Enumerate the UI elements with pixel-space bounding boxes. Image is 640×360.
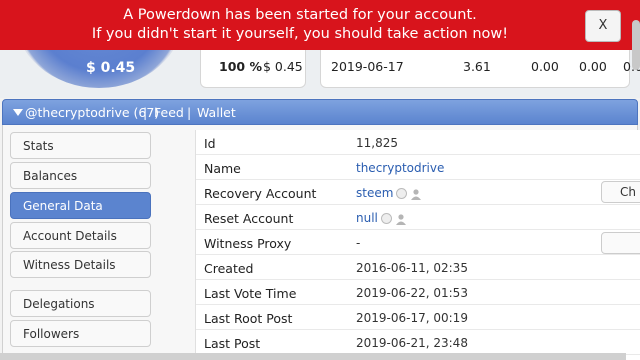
- row-label: Last Vote Time: [204, 286, 297, 301]
- recovery-account-link[interactable]: steem: [356, 186, 393, 200]
- summary-value-3: 0.00: [579, 59, 607, 74]
- gauge-value: $ 0.45: [86, 60, 136, 76]
- reset-account-value: null: [356, 211, 407, 225]
- row-value: 2019-06-21, 23:48: [356, 336, 468, 350]
- row-label: Reset Account: [204, 211, 294, 226]
- header-separator: |: [143, 105, 148, 120]
- row-label: Last Post: [204, 336, 261, 351]
- horizontal-scrollbar[interactable]: [0, 353, 626, 360]
- summary-card-right: 2019-06-17 3.61 0.00 0.00 0.00: [320, 44, 640, 88]
- reset-account-link[interactable]: null: [356, 211, 378, 225]
- menu-item-followers[interactable]: Followers: [10, 320, 151, 347]
- alert-line-1: A Powerdown has been started for your ac…: [123, 7, 477, 23]
- summary-value-2: 0.00: [531, 59, 559, 74]
- table-row: Reset Account null: [196, 205, 640, 230]
- menu-item-witness-details[interactable]: Witness Details: [10, 251, 151, 278]
- row-label: Recovery Account: [204, 186, 317, 201]
- row-value: 2016-06-11, 02:35: [356, 261, 468, 275]
- row-label: Id: [204, 136, 216, 151]
- user-icon[interactable]: [410, 188, 422, 200]
- change-recovery-button[interactable]: Ch: [601, 181, 640, 203]
- feed-link[interactable]: Feed: [154, 105, 184, 120]
- row-value: -: [356, 236, 361, 250]
- table-row: Recovery Account steem Ch: [196, 180, 640, 205]
- menu-item-stats[interactable]: Stats: [10, 132, 151, 159]
- summary-value-1: 3.61: [463, 59, 491, 74]
- row-label: Name: [204, 161, 241, 176]
- alert-line-2: If you didn't start it yourself, you sho…: [91, 26, 509, 42]
- row-label: Created: [204, 261, 254, 276]
- summary-date: 2019-06-17: [331, 59, 404, 74]
- collapse-triangle-icon[interactable]: [13, 109, 23, 116]
- header-separator: |: [187, 105, 192, 120]
- table-row: Last Root Post 2019-06-17, 00:19: [196, 305, 640, 330]
- vertical-scrollbar[interactable]: [632, 20, 640, 70]
- reputation-badge-icon: [380, 213, 392, 224]
- account-header-bar: @thecryptodrive (67) | Feed | Wallet: [2, 99, 638, 125]
- table-row: Created 2016-06-11, 02:35: [196, 255, 640, 280]
- menu-item-balances[interactable]: Balances: [10, 162, 151, 189]
- table-row: Id 11,825: [196, 130, 640, 155]
- table-row: Witness Proxy -: [196, 230, 640, 255]
- summary-amount: $ 0.45: [263, 59, 303, 74]
- row-label: Witness Proxy: [204, 236, 292, 251]
- table-row: Name thecryptodrive: [196, 155, 640, 180]
- row-value: 2019-06-17, 00:19: [356, 311, 468, 325]
- account-name-link[interactable]: @thecryptodrive (67): [25, 105, 159, 120]
- wallet-link[interactable]: Wallet: [197, 105, 236, 120]
- summary-percent: 100 %: [219, 59, 262, 74]
- user-icon[interactable]: [395, 213, 407, 225]
- row-value: 2019-06-22, 01:53: [356, 286, 468, 300]
- alert-close-button[interactable]: X: [585, 10, 621, 42]
- table-row: Last Vote Time 2019-06-22, 01:53: [196, 280, 640, 305]
- row-value: 11,825: [356, 136, 398, 150]
- menu-item-delegations[interactable]: Delegations: [10, 290, 151, 317]
- recovery-account-value: steem: [356, 186, 422, 200]
- table-row: Last Post 2019-06-21, 23:48: [196, 330, 640, 355]
- menu-item-account-details[interactable]: Account Details: [10, 222, 151, 249]
- menu-item-general-data[interactable]: General Data: [10, 192, 151, 219]
- reputation-badge-icon: [396, 188, 408, 199]
- row-label: Last Root Post: [204, 311, 293, 326]
- account-name-value[interactable]: thecryptodrive: [356, 161, 444, 175]
- powerdown-alert: A Powerdown has been started for your ac…: [0, 0, 640, 50]
- set-proxy-button[interactable]: [601, 232, 640, 254]
- summary-card-left: 100 % $ 0.45: [200, 44, 306, 88]
- general-data-table: Id 11,825 Name thecryptodrive Recovery A…: [195, 130, 640, 360]
